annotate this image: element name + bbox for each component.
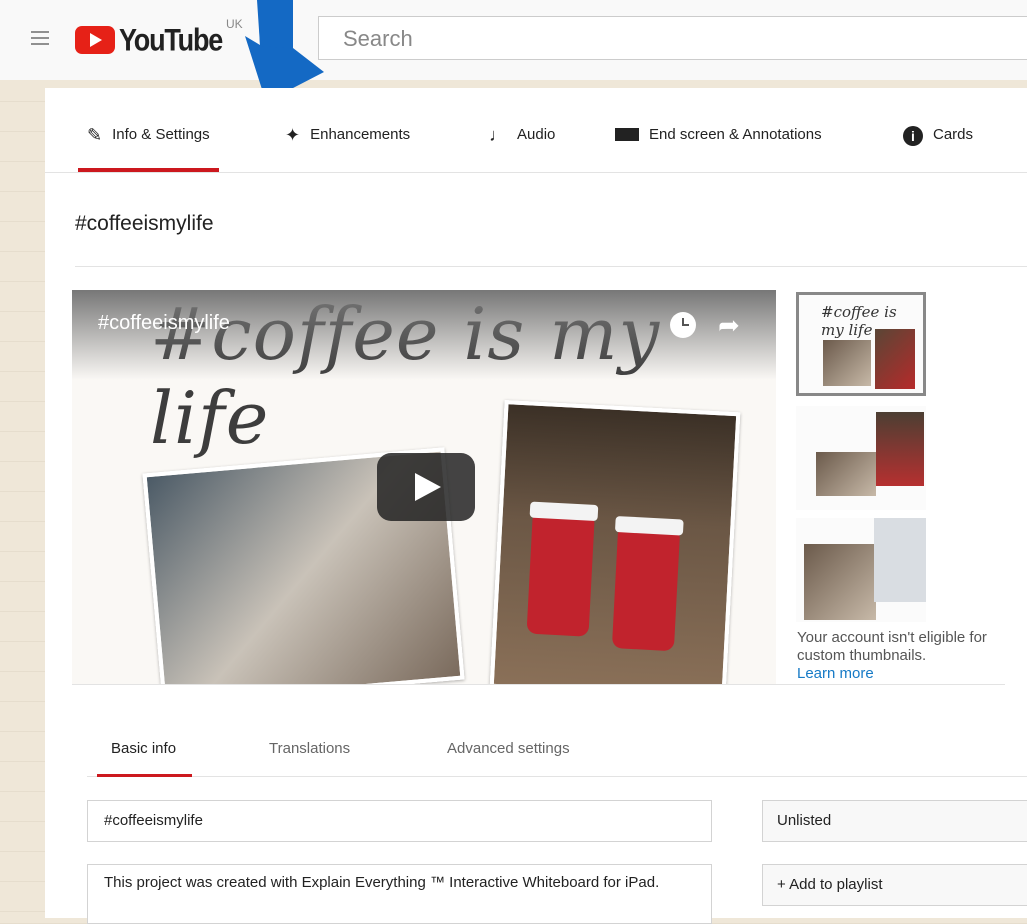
divider — [72, 684, 1005, 685]
video-photo-cups — [489, 400, 741, 684]
tab-label: End screen & Annotations — [649, 126, 822, 143]
thumbnail-photo — [875, 329, 915, 389]
coffee-cup — [611, 530, 680, 652]
thumbnail-photo — [816, 452, 876, 496]
magic-wand-icon: ✦ — [285, 125, 301, 145]
subtab-translations[interactable]: Translations — [269, 740, 350, 757]
tab-label: Enhancements — [310, 126, 411, 143]
search-input[interactable]: Search — [318, 16, 1027, 60]
title-field[interactable]: #coffeeismylife — [87, 800, 712, 842]
info-subtabs: Basic info Translations Advanced setting… — [87, 720, 1027, 777]
tab-label: Info & Settings — [112, 126, 210, 143]
share-icon[interactable]: ➦ — [718, 310, 740, 341]
thumbnail-screenshot — [874, 518, 926, 602]
player-title[interactable]: #coffeeismylife — [98, 312, 230, 335]
video-player[interactable]: #coffee is my life #coffeeismylife ➦ — [72, 290, 776, 684]
thumbnail-photo — [823, 340, 871, 386]
privacy-select[interactable]: Unlisted — [762, 800, 1027, 842]
video-editor-panel: ✎ Info & Settings ✦ Enhancements ♩ Audio… — [45, 88, 1027, 924]
end-screen-icon — [615, 128, 639, 141]
tab-info-settings[interactable]: ✎ Info & Settings — [78, 125, 219, 172]
youtube-play-icon — [75, 26, 115, 54]
tab-label: Cards — [933, 126, 974, 143]
hamburger-menu-icon[interactable] — [31, 31, 49, 45]
tab-enhancements[interactable]: ✦ Enhancements — [285, 126, 410, 172]
watch-later-icon[interactable] — [670, 312, 696, 338]
tab-audio[interactable]: ♩ Audio — [489, 126, 555, 172]
learn-more-link[interactable]: Learn more — [797, 665, 1027, 683]
thumbnail-photo — [804, 544, 876, 620]
editor-tabs: ✎ Info & Settings ✦ Enhancements ♩ Audio… — [45, 88, 1027, 173]
coffee-cup — [526, 515, 595, 637]
pencil-icon: ✎ — [87, 125, 103, 145]
add-to-playlist-button[interactable]: + Add to playlist — [762, 864, 1027, 906]
thumbnail-option-1[interactable]: #coffee is my life — [796, 292, 926, 396]
top-bar: YouTube UK Search — [0, 0, 1027, 80]
tab-cards[interactable]: i Cards — [903, 126, 973, 172]
page-title: #coffeeismylife — [75, 212, 214, 235]
music-note-icon: ♩ — [489, 125, 507, 145]
thumbnail-photo — [876, 412, 924, 486]
info-icon: i — [903, 126, 923, 146]
play-button-icon[interactable] — [377, 453, 475, 521]
thumbnail-notice: Your account isn't eligible for custom t… — [797, 629, 1027, 683]
thumbnail-option-3[interactable] — [796, 518, 926, 622]
player-gradient — [72, 290, 776, 380]
thumbnail-option-2[interactable] — [796, 406, 926, 510]
tab-label: Audio — [517, 126, 556, 143]
tab-end-screen[interactable]: End screen & Annotations — [615, 126, 822, 172]
divider — [75, 266, 1027, 267]
subtab-basic-info[interactable]: Basic info — [96, 740, 193, 777]
description-field[interactable]: This project was created with Explain Ev… — [87, 864, 712, 924]
subtab-advanced-settings[interactable]: Advanced settings — [447, 740, 570, 757]
notice-text: Your account isn't eligible for custom t… — [797, 629, 987, 664]
